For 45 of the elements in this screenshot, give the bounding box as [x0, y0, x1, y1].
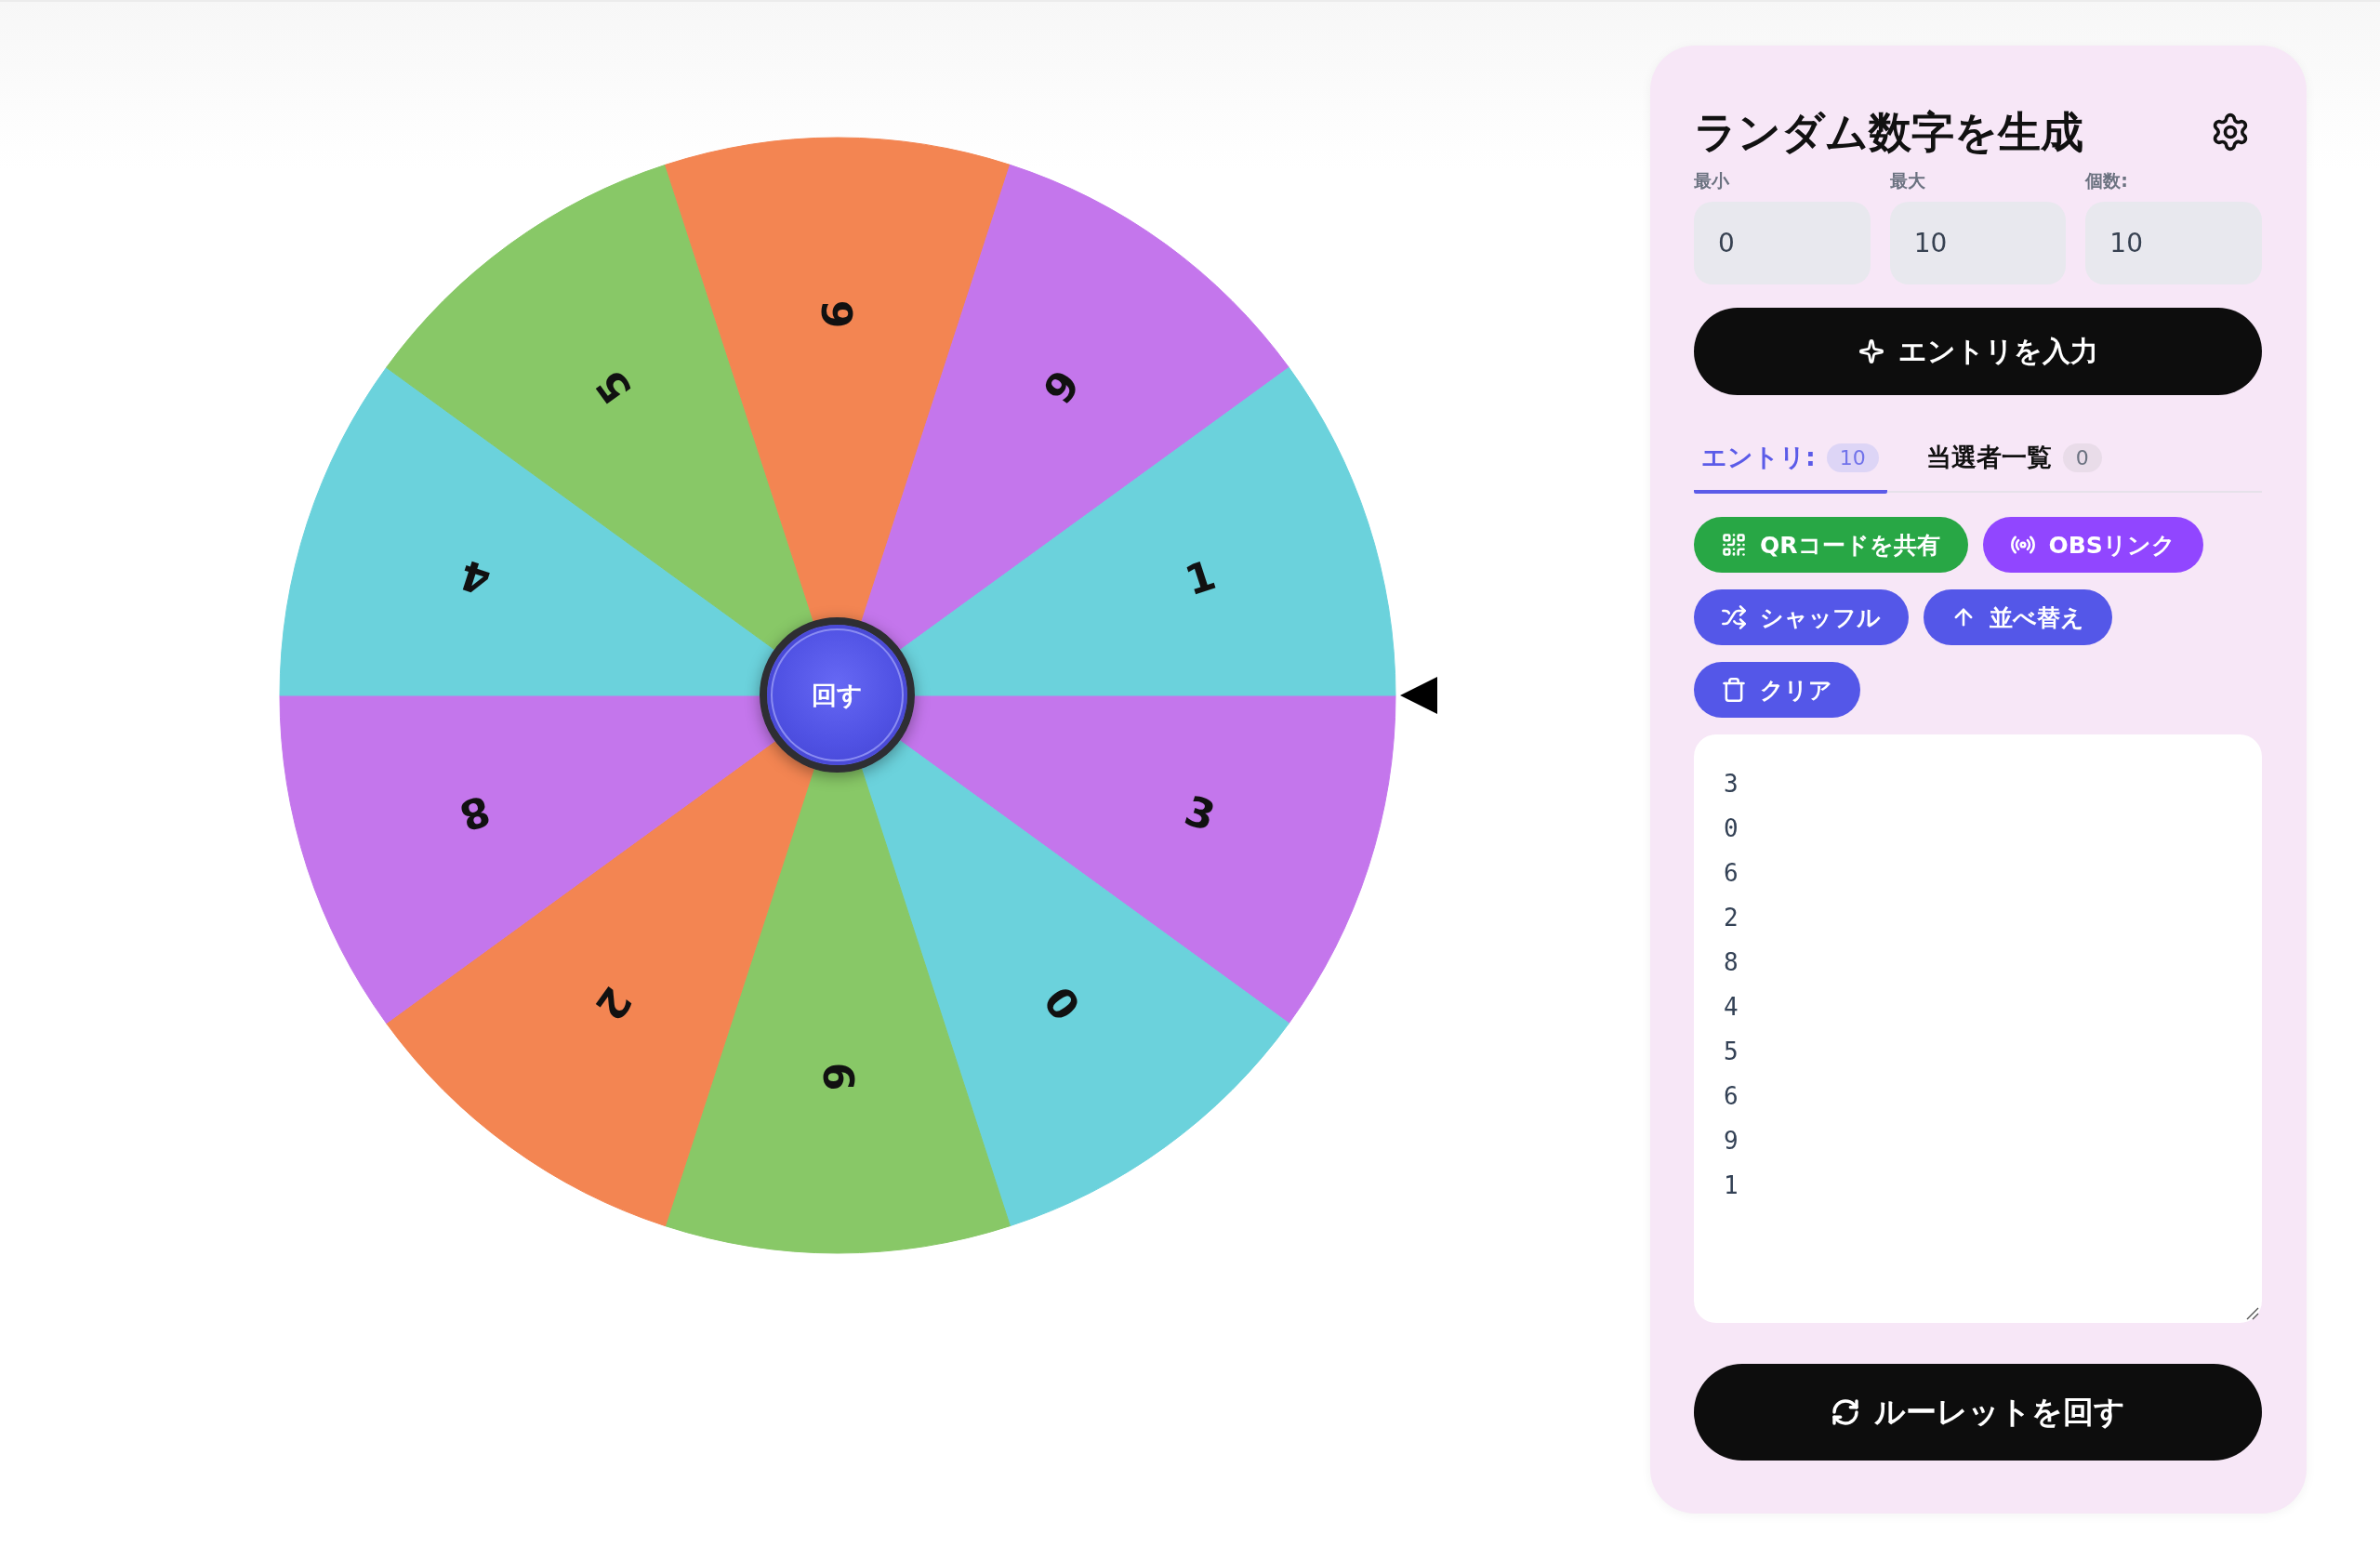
- segment-label: 1: [1179, 550, 1222, 605]
- resize-handle-icon[interactable]: [2246, 1307, 2259, 1320]
- pointer-icon: [1400, 677, 1437, 714]
- enter-entries-button[interactable]: エントリを入力: [1694, 308, 2262, 395]
- entry-line: 9: [1724, 1126, 1739, 1157]
- segment-label: 6: [813, 299, 862, 329]
- action-button[interactable]: シャッフル: [1694, 589, 1909, 645]
- sparkle-icon: [1858, 338, 1884, 364]
- segment-label: 2: [586, 978, 641, 1030]
- field-label: 最小: [1694, 171, 1729, 190]
- entry-line: 6: [1724, 858, 1739, 889]
- tab[interactable]: 当選者一覧 0: [1918, 427, 2110, 494]
- field-label: 個数:: [2085, 171, 2128, 190]
- field-label: 最大: [1889, 171, 1925, 190]
- number-field[interactable]: 0: [1694, 202, 1871, 284]
- entry-line: 3: [1724, 769, 1739, 800]
- tab[interactable]: エントリ: 10: [1694, 427, 1887, 494]
- segment-label: 5: [586, 361, 641, 413]
- number-field[interactable]: 10: [1889, 202, 2067, 284]
- segment-label: 3: [1179, 786, 1222, 840]
- action-button[interactable]: クリア: [1694, 662, 1860, 718]
- entry-line: 0: [1724, 813, 1739, 844]
- action-button[interactable]: 並べ替え: [1924, 589, 2112, 645]
- entries-field[interactable]: 3 0 6 2 8 4 5 6 9 1: [1694, 734, 2262, 1323]
- entry-line: 4: [1724, 992, 1739, 1023]
- segment-label: 9: [1034, 361, 1090, 413]
- entry-line: 1: [1724, 1170, 1739, 1201]
- entry-line: 8: [1724, 947, 1739, 978]
- segment-label: 6: [813, 1062, 862, 1091]
- entry-line: 6: [1724, 1081, 1739, 1112]
- number-field[interactable]: 10: [2085, 202, 2262, 284]
- entry-line: 2: [1724, 903, 1739, 933]
- shuffle-icon: [1721, 604, 1747, 630]
- spin-roulette-button[interactable]: ルーレットを回す: [1694, 1364, 2262, 1461]
- count-badge: 10: [1826, 443, 1879, 472]
- segment-label: 0: [1034, 978, 1090, 1030]
- refresh-icon: [1831, 1397, 1860, 1427]
- action-button[interactable]: OBSリンク: [1982, 517, 2203, 573]
- count-badge: 0: [2062, 443, 2102, 472]
- panel-title: ランダム数字を生成: [1694, 106, 2083, 158]
- qr-code-icon: [1721, 532, 1747, 558]
- segment-label: 4: [454, 550, 496, 605]
- segment-label: 8: [454, 786, 496, 840]
- entry-line: 5: [1724, 1037, 1739, 1067]
- trash-icon: [1721, 677, 1747, 703]
